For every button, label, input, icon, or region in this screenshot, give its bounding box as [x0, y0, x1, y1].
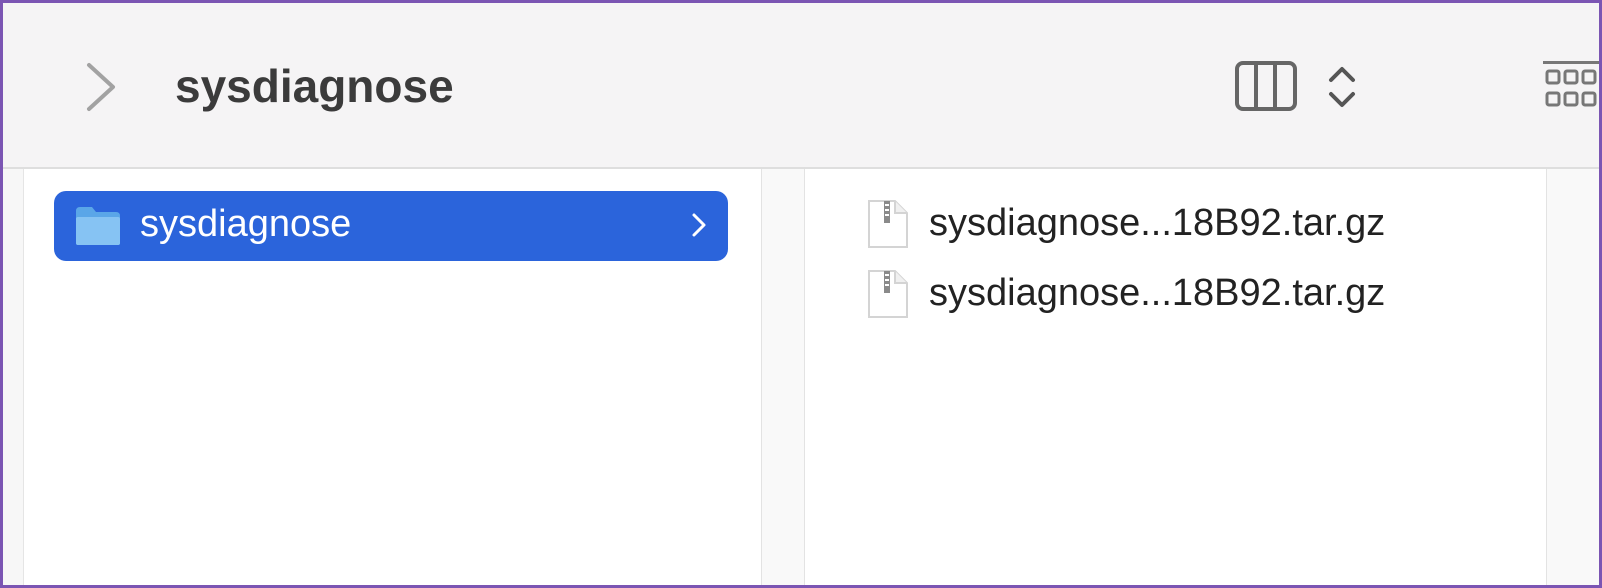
- column-edge: [3, 169, 24, 585]
- toolbar: sysdiagnose: [3, 3, 1599, 169]
- chevron-right-icon[interactable]: [81, 61, 121, 113]
- archive-file-icon: [865, 269, 909, 324]
- column-item-sysdiagnose[interactable]: sysdiagnose: [54, 191, 728, 261]
- finder-window: sysdiagnose sysdiagnose sysdiagnose...18…: [0, 0, 1602, 588]
- folder-icon: [74, 203, 122, 252]
- column-view-icon: [1235, 61, 1297, 118]
- column-divider[interactable]: [1546, 169, 1599, 585]
- window-title: sysdiagnose: [175, 60, 454, 112]
- file-item[interactable]: sysdiagnose...18B92.tar.gz: [865, 195, 1505, 251]
- column-divider[interactable]: [761, 169, 805, 585]
- file-item[interactable]: sysdiagnose...18B92.tar.gz: [865, 265, 1505, 321]
- chevron-right-icon: [690, 211, 708, 244]
- file-name: sysdiagnose...18B92.tar.gz: [929, 272, 1386, 314]
- column-item-label: sysdiagnose: [140, 203, 352, 245]
- group-grid-icon[interactable]: [1543, 57, 1599, 117]
- up-down-chevron-icon: [1325, 61, 1359, 118]
- archive-file-icon: [865, 199, 909, 254]
- file-name: sysdiagnose...18B92.tar.gz: [929, 202, 1386, 244]
- view-mode-button[interactable]: [1235, 57, 1367, 117]
